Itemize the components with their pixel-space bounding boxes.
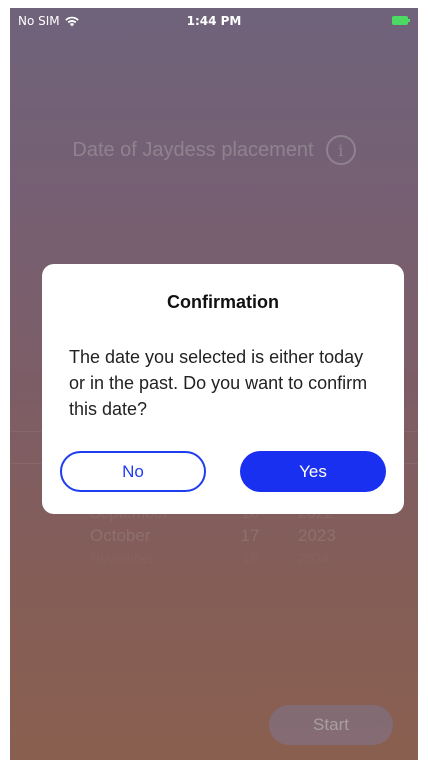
confirmation-dialog: Confirmation The date you selected is ei… xyxy=(42,264,404,514)
no-button[interactable]: No xyxy=(60,451,206,492)
app-screen: No SIM 1:44 PM Date of Jaydess placement… xyxy=(10,8,418,760)
dialog-message: The date you selected is either today or… xyxy=(69,347,368,419)
status-time: 1:44 PM xyxy=(186,14,242,28)
status-bar: No SIM 1:44 PM xyxy=(10,8,418,34)
dialog-title: Confirmation xyxy=(167,292,279,312)
battery-charging-icon xyxy=(392,16,410,25)
yes-button[interactable]: Yes xyxy=(240,451,386,492)
